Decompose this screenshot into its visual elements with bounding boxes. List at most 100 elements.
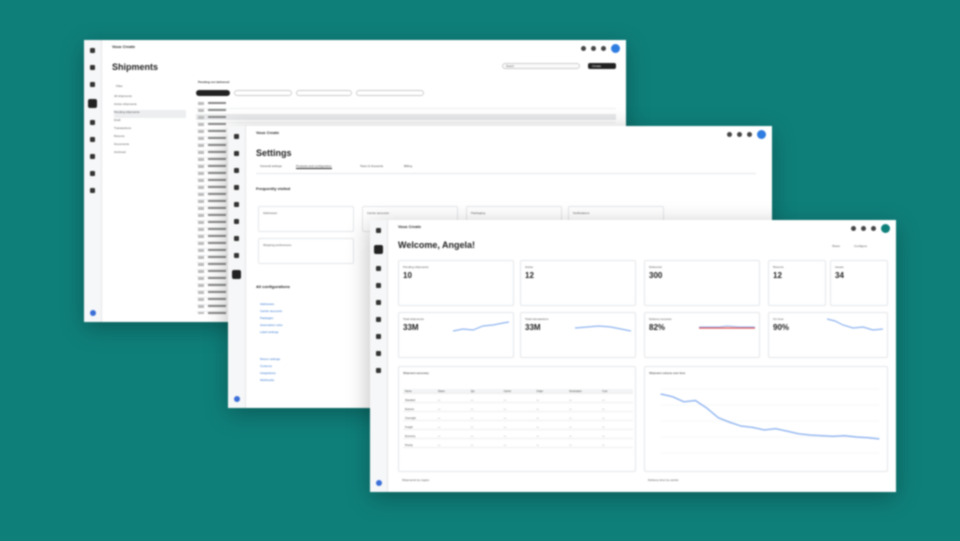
apps-icon[interactable] (601, 46, 606, 51)
table-row-selected[interactable] (196, 114, 616, 120)
home-icon[interactable] (90, 48, 95, 53)
tab-billing[interactable]: Billing (404, 164, 412, 168)
tab-products[interactable]: Products and configuration (296, 164, 332, 169)
settings-icon[interactable] (376, 368, 381, 373)
reports-icon[interactable] (90, 154, 95, 159)
search-input[interactable]: Search (502, 63, 580, 69)
users-icon[interactable] (234, 253, 239, 258)
avatar[interactable] (611, 44, 620, 53)
settings-icon[interactable] (90, 188, 95, 193)
table-cell: — (437, 444, 441, 447)
tab-team[interactable]: Team & Accounts (360, 164, 383, 168)
sidebar-item[interactable]: Documents (114, 142, 186, 150)
shipments-icon[interactable] (234, 185, 239, 190)
column-header[interactable]: Destination (569, 390, 582, 393)
table-row[interactable]: Freight — — — — — — (403, 425, 633, 430)
sidebar-item[interactable]: Draft (114, 118, 186, 126)
orders-icon[interactable] (376, 300, 381, 305)
config-link[interactable]: Webhooks (260, 378, 380, 385)
shipments-icon[interactable] (88, 99, 97, 108)
kpi-card[interactable]: Delivered 300 (644, 260, 760, 306)
kpi-sparkline-card[interactable]: Total transactions 33M (520, 312, 636, 358)
column-header[interactable]: Name (405, 390, 412, 393)
kpi-sparkline-card[interactable]: Total shipments 33M (398, 312, 514, 358)
kpi-card[interactable]: Active 12 (520, 260, 636, 306)
kpi-card[interactable]: Returns 12 (768, 260, 826, 306)
settings-icon[interactable] (232, 270, 241, 279)
column-header[interactable]: Qty (471, 390, 475, 393)
dashboard-icon[interactable] (374, 245, 383, 254)
config-link[interactable]: Automation rules (260, 323, 380, 330)
apps-icon[interactable] (747, 132, 752, 137)
table-row[interactable]: Economy — — — — — — (403, 434, 633, 439)
kpi-card[interactable]: Issues 34 (830, 260, 888, 306)
shipments-icon[interactable] (376, 283, 381, 288)
sidebar-item[interactable]: Transactions (114, 126, 186, 134)
dashboard-icon[interactable] (90, 82, 95, 87)
footer-right-title: Delivery time by carrier (648, 478, 679, 482)
sidebar-item[interactable]: Pending shipments (114, 110, 186, 118)
dashboard-icon[interactable] (234, 168, 239, 173)
filter-chip[interactable] (356, 90, 424, 96)
table-row[interactable]: Overnight — — — — — — (403, 416, 633, 421)
create-button[interactable]: Create (588, 63, 616, 69)
column-header[interactable]: Status (438, 390, 445, 393)
share-button[interactable]: Share (832, 244, 840, 248)
table-cell: Priority (405, 444, 413, 447)
kpi-sparkline-card[interactable]: On time 90% (768, 312, 888, 358)
column-header[interactable]: Origin (536, 390, 543, 393)
sidebar-item[interactable]: Archived (114, 150, 186, 158)
help-icon[interactable] (851, 226, 856, 231)
home-icon[interactable] (234, 134, 239, 139)
frequent-card-label: Notifications (573, 211, 590, 215)
help-icon[interactable] (727, 132, 732, 137)
config-link[interactable]: Return settings (260, 357, 380, 364)
config-link[interactable]: Packages (260, 316, 380, 323)
config-link[interactable]: Integrations (260, 371, 380, 378)
column-header[interactable]: Carrier (504, 390, 512, 393)
frequent-card[interactable]: Addresses (258, 206, 354, 232)
table-row[interactable]: Standard — — — — — — (403, 398, 633, 403)
filter-chip[interactable] (296, 90, 352, 96)
table-row[interactable]: Priority — — — — — — (403, 443, 633, 448)
data-point (717, 417, 719, 419)
products-icon[interactable] (376, 317, 381, 322)
notification-icon[interactable] (861, 226, 866, 231)
users-icon[interactable] (90, 171, 95, 176)
config-link[interactable]: Carrier accounts (260, 309, 380, 316)
orders-icon[interactable] (234, 202, 239, 207)
kpi-card[interactable]: Pending shipments 10 (398, 260, 514, 306)
filter-chip[interactable] (234, 90, 292, 96)
config-link[interactable]: Customs (260, 364, 380, 371)
search-icon[interactable] (376, 266, 381, 271)
search-icon[interactable] (90, 65, 95, 70)
sidebar-item[interactable]: Returns (114, 134, 186, 142)
notification-icon[interactable] (737, 132, 742, 137)
filter-chip-active[interactable] (196, 90, 230, 96)
reports-icon[interactable] (376, 334, 381, 339)
home-icon[interactable] (376, 228, 381, 233)
column-header[interactable]: Cost (602, 390, 607, 393)
table-cell: — (470, 444, 474, 447)
tab-general[interactable]: General settings (260, 164, 282, 168)
sidebar-item[interactable]: Active shipments (114, 102, 186, 110)
table-row[interactable]: Express — — — — — — (403, 407, 633, 412)
reports-icon[interactable] (234, 236, 239, 241)
users-icon[interactable] (376, 351, 381, 356)
data-point (832, 435, 834, 437)
notification-icon[interactable] (591, 46, 596, 51)
kpi-sparkline-card[interactable]: Delivery success 82% (644, 312, 760, 358)
help-icon[interactable] (581, 46, 586, 51)
products-icon[interactable] (234, 219, 239, 224)
apps-icon[interactable] (871, 226, 876, 231)
avatar[interactable] (757, 130, 766, 139)
orders-icon[interactable] (90, 120, 95, 125)
products-icon[interactable] (90, 137, 95, 142)
avatar[interactable] (881, 224, 890, 233)
configure-button[interactable]: Configure (854, 244, 867, 248)
frequent-card[interactable]: Shipping preferences (258, 238, 354, 264)
config-link[interactable]: Addresses (260, 302, 380, 309)
sidebar-item[interactable]: All shipments (114, 94, 186, 102)
config-link[interactable]: Label settings (260, 330, 380, 337)
search-icon[interactable] (234, 151, 239, 156)
